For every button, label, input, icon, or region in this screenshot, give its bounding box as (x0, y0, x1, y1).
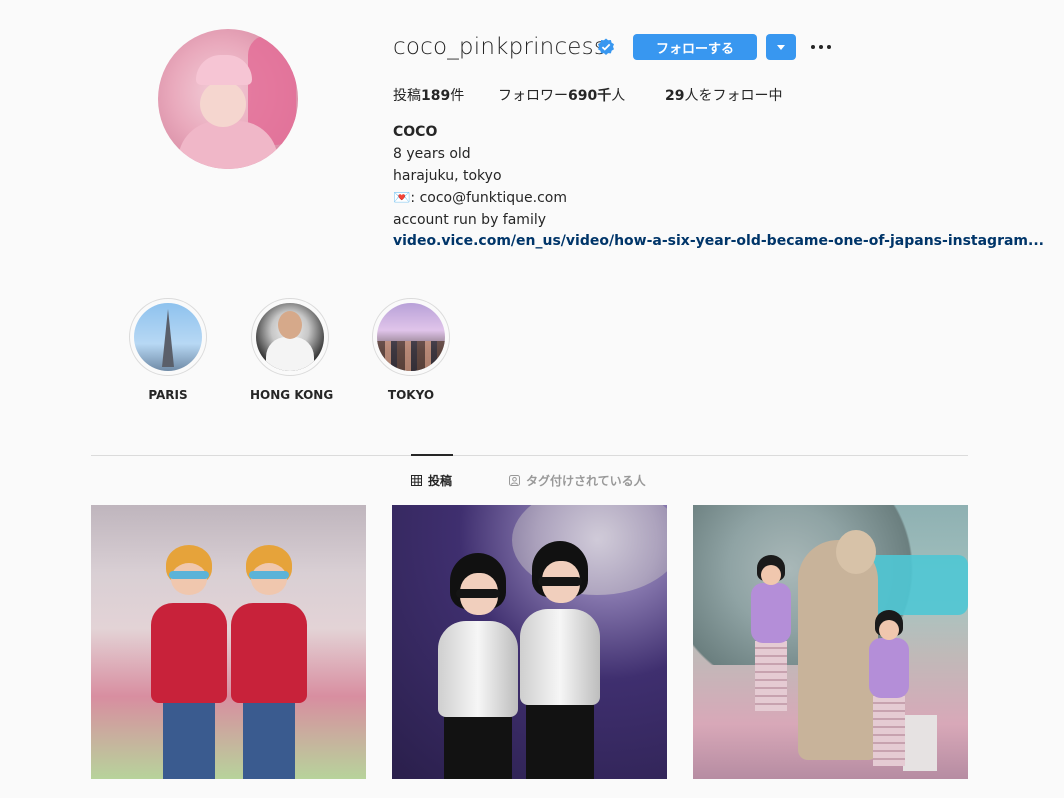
post-figure (432, 523, 522, 779)
grid-icon (411, 475, 422, 489)
post-figure (869, 610, 909, 770)
highlight-label: PARIS (148, 388, 188, 402)
bio-line: 💌: coco@funktique.com (393, 190, 568, 206)
posts-number: 189 (421, 88, 451, 104)
highlight-thumbnail (134, 303, 202, 371)
highlight-hong-kong[interactable]: HONG KONG (250, 298, 334, 402)
followers-label: フォロワー (498, 88, 568, 104)
post-figure (514, 511, 604, 779)
chevron-down-icon (777, 45, 785, 50)
posts-label: 投稿 (393, 88, 421, 104)
highlight-paris[interactable]: PARIS (128, 298, 208, 402)
tagged-icon (509, 475, 520, 489)
following-link[interactable]: 29人をフォロー中 (665, 85, 782, 105)
post-figure (143, 505, 233, 779)
highlight-tokyo[interactable]: TOKYO (371, 298, 451, 402)
verified-badge-icon (598, 38, 614, 55)
highlight-thumbnail (377, 303, 445, 371)
bio-link[interactable]: video.vice.com/en_us/video/how-a-six-yea… (393, 233, 1044, 249)
bio-line: harajuku, tokyo (393, 168, 502, 184)
ellipsis-dot (827, 45, 831, 49)
active-tab-indicator (411, 454, 453, 456)
bio-line: account run by family (393, 212, 547, 228)
following-label: 人をフォロー中 (684, 88, 783, 104)
tab-label: 投稿 (428, 474, 453, 488)
bio-name: COCO (393, 124, 438, 140)
highlight-label: TOKYO (387, 388, 435, 402)
tab-tagged[interactable]: タグ付けされている人 (509, 472, 646, 489)
post-figure (751, 555, 791, 715)
following-number: 29 (665, 88, 685, 104)
tab-posts[interactable]: 投稿 (411, 472, 452, 489)
post-figure (223, 505, 313, 779)
highlight-ring (372, 298, 450, 376)
highlight-ring (129, 298, 207, 376)
highlight-thumbnail (256, 303, 324, 371)
post-thumbnail[interactable] (693, 505, 968, 779)
followers-number: 690千 (568, 88, 612, 104)
more-options-button[interactable] (810, 36, 832, 58)
tab-label: タグ付けされている人 (526, 474, 646, 488)
post-lake (863, 555, 968, 615)
followers-suffix: 人 (611, 88, 626, 104)
post-thumbnail[interactable] (91, 505, 366, 779)
post-thumbnail[interactable] (392, 505, 667, 779)
post-alpaca (798, 530, 878, 760)
suggested-dropdown-button[interactable] (766, 34, 796, 60)
tabs-divider (91, 455, 968, 456)
posts-suffix: 件 (450, 88, 465, 104)
profile-avatar (158, 29, 298, 169)
ellipsis-dot (819, 45, 823, 49)
bio-line: 8 years old (393, 146, 471, 162)
highlight-label: HONG KONG (250, 388, 334, 402)
followers-link[interactable]: フォロワー690千人 (498, 85, 625, 105)
ellipsis-dot (811, 45, 815, 49)
highlight-ring (251, 298, 329, 376)
posts-count: 投稿189件 (393, 85, 464, 105)
follow-button[interactable]: フォローする (633, 34, 757, 60)
profile-username: coco_pinkprincess (393, 34, 607, 60)
